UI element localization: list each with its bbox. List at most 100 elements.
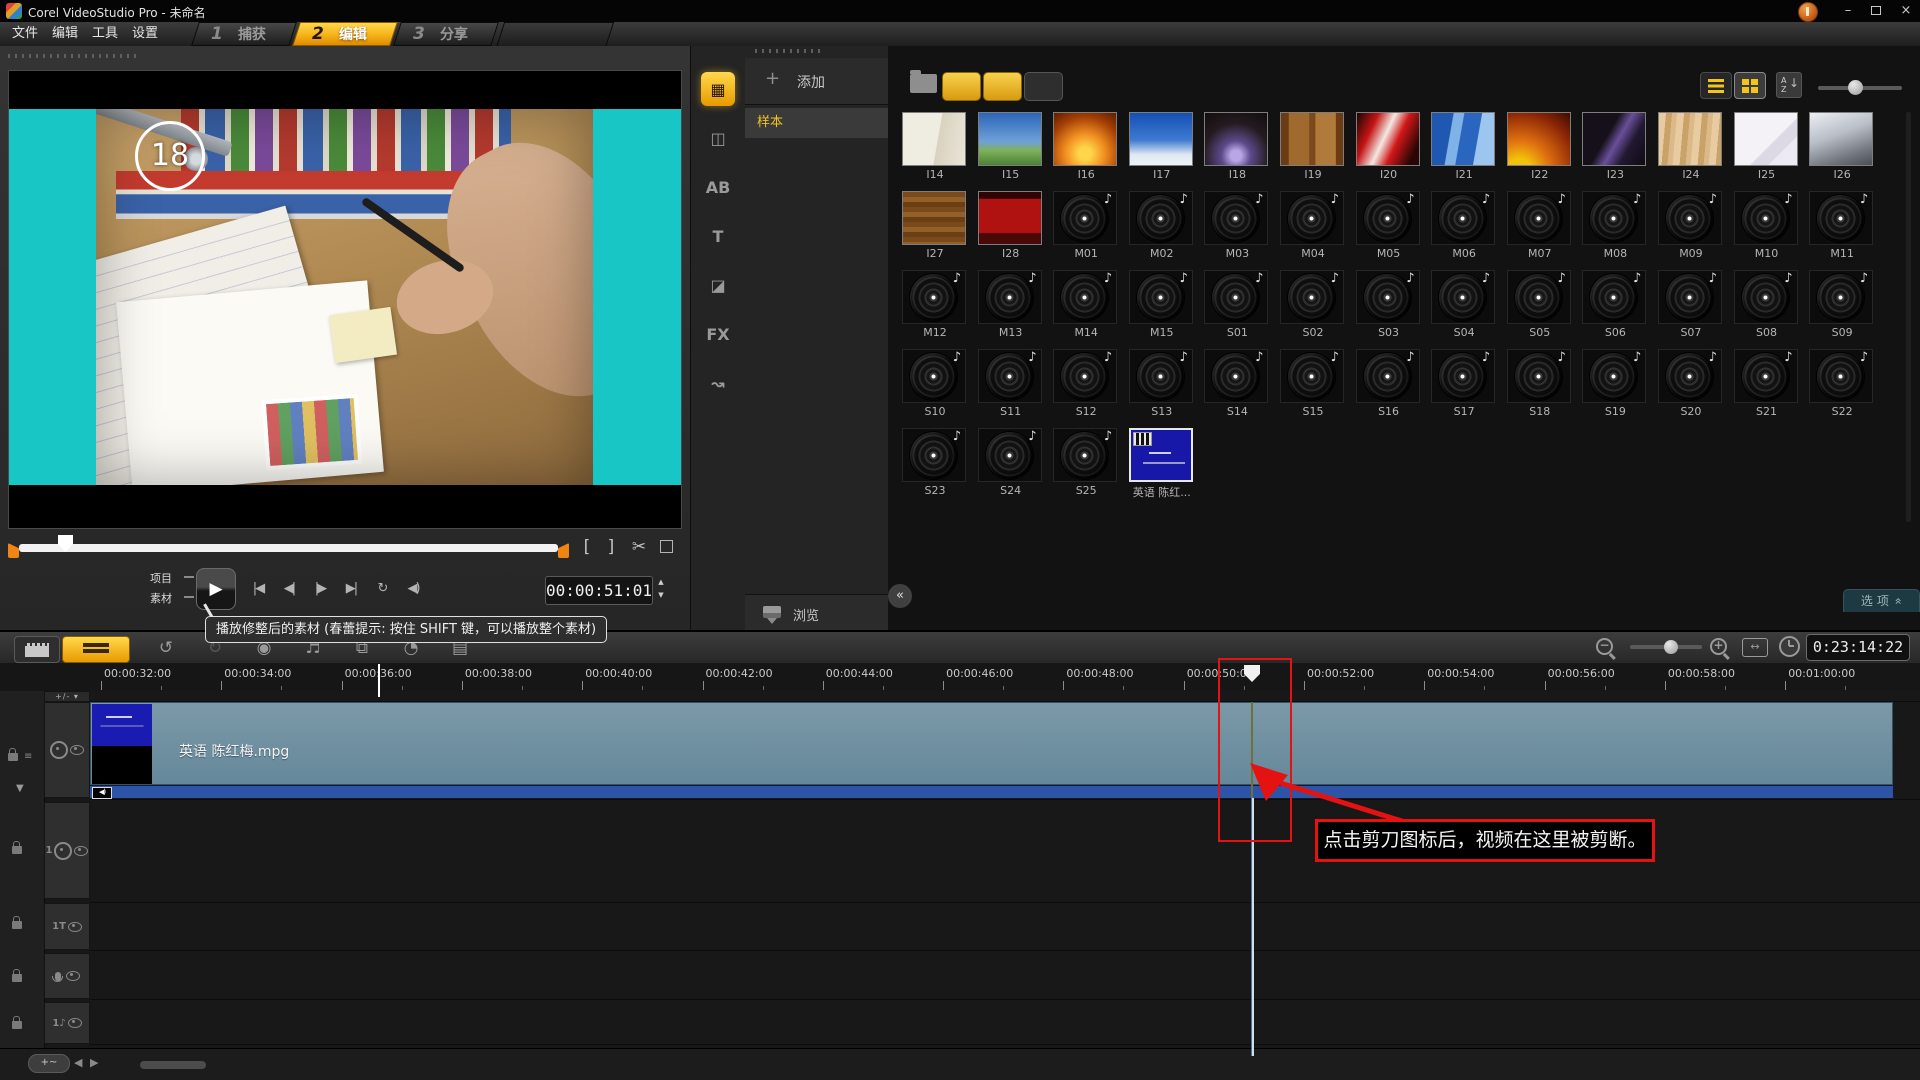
library-item[interactable]: I21 <box>1431 112 1497 181</box>
title-track-header[interactable]: 1T <box>44 903 90 950</box>
corel-hint-ball-icon[interactable] <box>1798 2 1818 22</box>
timeline-scrollbar[interactable] <box>140 1061 206 1069</box>
library-item[interactable]: I14 <box>902 112 968 181</box>
library-item[interactable]: S08 <box>1734 270 1800 339</box>
library-item[interactable]: I28 <box>978 191 1044 260</box>
library-item[interactable]: S10 <box>902 349 968 418</box>
grid-view-button[interactable] <box>1734 72 1766 99</box>
previous-frame-button[interactable]: ◀| <box>275 578 303 600</box>
library-item[interactable]: I18 <box>1204 112 1270 181</box>
options-tab[interactable]: 选项« <box>1843 589 1920 612</box>
clip-audio-strip[interactable]: ◀) <box>90 785 1893 798</box>
voice-track-header[interactable] <box>44 953 90 999</box>
library-item[interactable]: M08 <box>1582 191 1648 260</box>
lock-icon[interactable] <box>12 1021 22 1029</box>
gallery-item-samples[interactable]: 样本 <box>745 108 888 138</box>
volume-button[interactable]: ◀) <box>399 578 427 600</box>
library-item[interactable]: M11 <box>1809 191 1875 260</box>
restore-button[interactable] <box>1864 1 1888 20</box>
media-library-icon[interactable]: ▦ <box>701 72 735 106</box>
timeline-clip[interactable]: 英语 陈红梅.mpg <box>90 702 1893 785</box>
library-item[interactable]: I22 <box>1507 112 1573 181</box>
transitions-icon[interactable]: ◫ <box>701 121 735 155</box>
show-photos-filter[interactable] <box>983 72 1022 101</box>
library-item[interactable]: M07 <box>1507 191 1573 260</box>
library-item[interactable]: S11 <box>978 349 1044 418</box>
library-item[interactable]: S16 <box>1356 349 1422 418</box>
library-item[interactable]: M06 <box>1431 191 1497 260</box>
library-item[interactable]: S03 <box>1356 270 1422 339</box>
library-item[interactable]: I23 <box>1582 112 1648 181</box>
lock-icon[interactable] <box>12 974 22 982</box>
lock-icon[interactable] <box>8 753 18 761</box>
library-item[interactable]: M14 <box>1053 270 1119 339</box>
library-item[interactable]: S15 <box>1280 349 1346 418</box>
library-item[interactable]: S25 <box>1053 428 1119 500</box>
library-item[interactable]: S01 <box>1204 270 1270 339</box>
library-item[interactable]: S18 <box>1507 349 1573 418</box>
library-item[interactable]: S13 <box>1129 349 1195 418</box>
step-tab[interactable]: 2 编辑 <box>296 22 394 46</box>
track-manage-strip[interactable]: +/- ▾ <box>44 691 90 702</box>
home-button[interactable]: |◀ <box>244 578 272 600</box>
thumbnail-zoom-thumb[interactable] <box>1848 80 1863 95</box>
library-item[interactable]: S05 <box>1507 270 1573 339</box>
library-item[interactable]: M15 <box>1129 270 1195 339</box>
close-button[interactable]: × <box>1894 1 1918 20</box>
graphics-icon[interactable]: ◪ <box>701 268 735 302</box>
scroll-right-button[interactable]: ▶ <box>90 1056 98 1069</box>
sort-button[interactable]: A Z ↓ <box>1776 72 1802 98</box>
library-item[interactable]: S04 <box>1431 270 1497 339</box>
library-item[interactable]: M02 <box>1129 191 1195 260</box>
chevron-down-icon[interactable]: ▼ <box>16 783 24 794</box>
library-item[interactable]: S09 <box>1809 270 1875 339</box>
motion-path-icon[interactable]: ↝ <box>701 366 735 400</box>
library-item[interactable]: S19 <box>1582 349 1648 418</box>
library-item[interactable]: I25 <box>1734 112 1800 181</box>
zoom-out-icon[interactable]: − <box>1596 638 1613 655</box>
library-item[interactable]: M05 <box>1356 191 1422 260</box>
lock-icon[interactable] <box>12 846 22 854</box>
preview-timecode[interactable]: 00:00:51:01 <box>545 576 653 605</box>
library-scrollbar[interactable] <box>1906 112 1911 522</box>
collapse-panel-button[interactable]: « <box>888 584 912 608</box>
undo-icon[interactable]: ↺ <box>152 635 180 662</box>
timeline-ruler[interactable]: 00:00:32:0000:00:34:0000:00:36:0000:00:3… <box>0 663 1920 692</box>
subtitle-ab-icon[interactable]: AB <box>701 170 735 204</box>
fit-timeline-button[interactable]: +~ <box>28 1054 70 1073</box>
library-item[interactable]: I16 <box>1053 112 1119 181</box>
library-item[interactable]: S21 <box>1734 349 1800 418</box>
lock-icon[interactable] <box>12 921 22 929</box>
overlay-track-header[interactable]: 1 <box>44 802 90 899</box>
library-item[interactable]: S06 <box>1582 270 1648 339</box>
library-item[interactable]: I24 <box>1658 112 1724 181</box>
library-item[interactable]: S20 <box>1658 349 1724 418</box>
library-item[interactable]: I15 <box>978 112 1044 181</box>
library-item[interactable]: S22 <box>1809 349 1875 418</box>
show-videos-filter[interactable] <box>942 72 981 101</box>
browse-button[interactable]: 浏览 <box>745 594 888 632</box>
library-item[interactable]: S17 <box>1431 349 1497 418</box>
timeline-zoom-thumb[interactable] <box>1664 640 1678 654</box>
add-gallery-button[interactable]: + <box>765 68 780 89</box>
next-frame-button[interactable]: |▶ <box>306 578 334 600</box>
library-item[interactable]: S23 <box>902 428 968 500</box>
library-item[interactable]: I20 <box>1356 112 1422 181</box>
list-view-button[interactable] <box>1700 72 1732 99</box>
timecode-spinner[interactable]: ▲▼ <box>654 576 668 603</box>
library-item[interactable]: M03 <box>1204 191 1270 260</box>
library-item[interactable]: I19 <box>1280 112 1346 181</box>
library-item[interactable]: M01 <box>1053 191 1119 260</box>
library-item[interactable]: S12 <box>1053 349 1119 418</box>
video-track-header[interactable] <box>44 702 90 798</box>
ripple-edit-icon[interactable]: ≡ <box>24 751 32 762</box>
project-duration-icon[interactable] <box>1779 636 1800 657</box>
library-item[interactable]: S07 <box>1658 270 1724 339</box>
repeat-button[interactable]: ↻ <box>368 578 396 600</box>
fit-project-button[interactable]: ↔ <box>1742 638 1768 657</box>
library-item[interactable]: I27 <box>902 191 968 260</box>
music-track-header[interactable]: 1♪ <box>44 1002 90 1044</box>
step-tab[interactable]: 3 分享 <box>397 22 495 46</box>
show-audio-filter[interactable] <box>1024 72 1063 101</box>
filters-fx-icon[interactable]: FX <box>701 317 735 351</box>
